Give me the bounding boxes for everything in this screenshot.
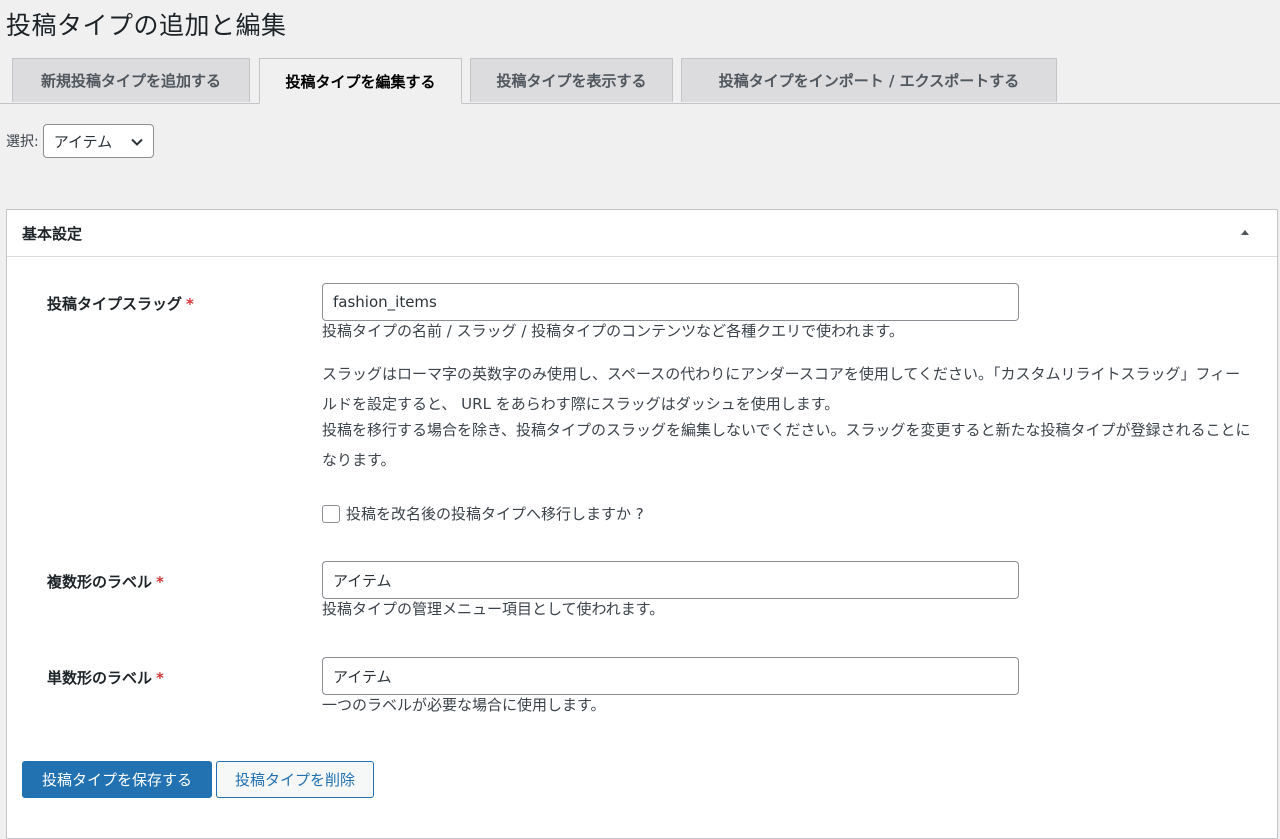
- migrate-checkbox-label: 投稿を改名後の投稿タイプへ移行しますか ?: [346, 505, 644, 523]
- select-value: アイテム: [53, 132, 113, 151]
- plural-label: 複数形のラベル *: [47, 571, 164, 592]
- singular-label-text: 単数形のラベル: [47, 669, 153, 687]
- plural-description: 投稿タイプの管理メニュー項目として使われます。: [322, 600, 665, 618]
- plural-label-text: 複数形のラベル: [47, 573, 153, 591]
- tab-edit[interactable]: 投稿タイプを編集する: [259, 58, 462, 104]
- page-title: 投稿タイプの追加と編集: [6, 11, 287, 40]
- chevron-down-icon: [131, 138, 143, 146]
- slug-label: 投稿タイプスラッグ *: [47, 293, 194, 314]
- basic-settings-panel: 基本設定 投稿タイプスラッグ* 投稿タイプの名前 / スラッグ / 投稿タイプの…: [6, 209, 1278, 839]
- singular-label: 単数形のラベル *: [47, 667, 164, 688]
- required-mark: *: [156, 669, 164, 687]
- tab-add-new[interactable]: 新規投稿タイプを追加する: [12, 58, 250, 102]
- singular-description: 一つのラベルが必要な場合に使用します。: [322, 696, 606, 714]
- post-type-select[interactable]: アイテム: [42, 124, 154, 158]
- nav-tabs: 新規投稿タイプを追加する 投稿タイプを編集する 投稿タイプを表示する 投稿タイプ…: [0, 58, 1280, 104]
- panel-header[interactable]: 基本設定: [7, 210, 1277, 257]
- slug-description: 投稿タイプの名前 / スラッグ / 投稿タイプのコンテンツなど各種クエリで使われ…: [322, 322, 904, 340]
- arrow-up-icon[interactable]: [1237, 224, 1253, 240]
- selector-label: 選択:: [6, 134, 39, 150]
- tab-import-export[interactable]: 投稿タイプをインポート / エクスポートする: [681, 58, 1057, 102]
- required-mark: *: [156, 573, 164, 591]
- panel-title: 基本設定: [22, 224, 83, 243]
- slug-help-text: スラッグはローマ字の英数字のみ使用し、スペースの代わりにアンダースコアを使用して…: [322, 365, 1241, 413]
- post-type-selector-row: 選択: アイテム: [6, 123, 154, 159]
- migrate-checkbox[interactable]: [322, 504, 340, 523]
- tab-view[interactable]: 投稿タイプを表示する: [470, 58, 673, 102]
- save-post-type-button[interactable]: 投稿タイプを保存する: [22, 761, 212, 798]
- slug-warning-text: 投稿を移行する場合を除き、投稿タイプのスラッグを編集しないでください。スラッグを…: [322, 421, 1251, 469]
- slug-label-text: 投稿タイプスラッグ: [47, 295, 183, 313]
- required-mark: *: [186, 295, 194, 313]
- migrate-row: 投稿を改名後の投稿タイプへ移行しますか ?: [322, 503, 644, 524]
- delete-post-type-button[interactable]: 投稿タイプを削除: [216, 761, 374, 798]
